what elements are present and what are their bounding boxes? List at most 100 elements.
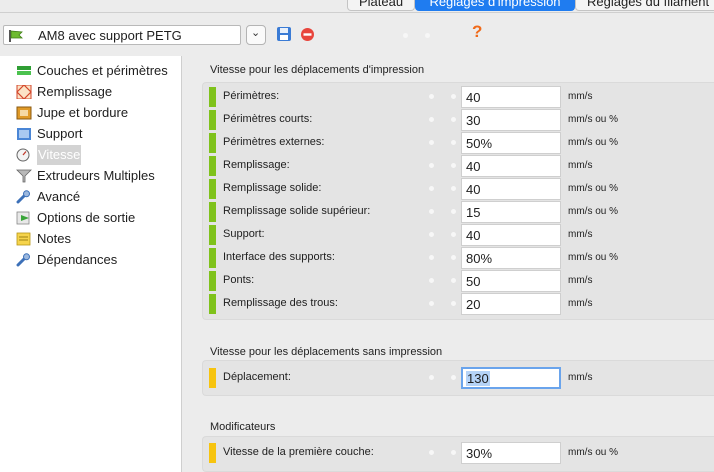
option-dot [451,255,456,260]
value-input[interactable]: 40 [461,86,561,108]
expert-level-bar [209,133,216,153]
section-title-travel-moves: Vitesse pour les déplacements sans impre… [210,346,443,358]
option-dot [451,140,456,145]
section-title-modifiers: Modificateurs [210,421,276,433]
option-dot [451,117,456,122]
expert-level-bar [209,271,216,291]
option-dot [451,375,456,380]
infill-icon [16,85,32,99]
setting-row-deplacement: Déplacement: 130 mm/s [209,367,709,389]
unit-label: mm/s [568,298,593,309]
value-input[interactable]: 15 [461,201,561,223]
value-input[interactable]: 40 [461,224,561,246]
value-input[interactable]: 50% [461,132,561,154]
value-input[interactable]: 80% [461,247,561,269]
setting-label: Remplissage: [223,159,290,171]
export-icon [16,211,30,225]
option-dot [451,163,456,168]
speed-settings-panel: Vitesse pour les déplacements d'impressi… [182,56,714,472]
preset-select[interactable]: AM8 avec support PETG [3,25,241,45]
unit-label: mm/s ou % [568,183,619,194]
setting-label: Remplissage des trous: [223,297,338,309]
setting-label: Remplissage solide supérieur: [223,205,371,217]
setting-row-remplissage: Remplissage: 40 mm/s [209,155,709,177]
selected-value-text: 130 [466,371,490,386]
setting-label: Support: [223,228,265,240]
note-icon [16,232,31,246]
help-icon[interactable]: ? [472,22,482,42]
setting-row-remplissage-solide-superieur: Remplissage solide supérieur: 15 mm/s ou… [209,201,709,223]
unit-label: mm/s ou % [568,447,619,458]
chevron-down-icon: ⌄ [251,27,261,39]
setting-row-interface-supports: Interface des supports: 80% mm/s ou % [209,247,709,269]
option-dot [451,301,456,306]
unit-label: mm/s [568,372,593,383]
option-dot [451,186,456,191]
option-dot [429,278,434,283]
settings-sidebar: Couches et périmètres Remplissage Jupe e… [0,56,182,472]
option-dot [429,450,434,455]
red-delete-icon[interactable] [300,27,315,42]
option-dot [451,278,456,283]
setting-row-ponts: Ponts: 50 mm/s [209,270,709,292]
tab-divider [0,12,714,13]
tab-plateau[interactable]: Plateau [347,0,415,11]
option-dot [429,163,434,168]
value-input[interactable]: 40 [461,178,561,200]
option-dot [451,450,456,455]
expert-level-bar [209,294,216,314]
unit-label: mm/s [568,91,593,102]
speedometer-icon [16,148,30,162]
unit-label: mm/s [568,160,593,171]
option-dot [429,375,434,380]
option-dot [451,232,456,237]
expert-level-bar [209,202,216,222]
value-input[interactable]: 40 [461,155,561,177]
unit-label: mm/s ou % [568,252,619,263]
setting-row-support: Support: 40 mm/s [209,224,709,246]
unit-label: mm/s [568,229,593,240]
setting-row-remplissage-trous: Remplissage des trous: 20 mm/s [209,293,709,315]
preset-dropdown-button[interactable]: ⌄ [246,25,266,45]
expert-level-bar [209,110,216,130]
support-icon [17,128,31,140]
unit-label: mm/s ou % [568,114,619,125]
wrench-icon [16,253,30,267]
value-input[interactable]: 30 [461,109,561,131]
setting-label: Périmètres: [223,90,280,102]
green-flag-icon [9,30,23,42]
setting-label: Périmètres externes: [223,136,325,148]
tab-filament-settings[interactable]: Réglages du filament [575,0,714,11]
tab-print-settings[interactable]: Réglages d'impression [415,0,575,11]
setting-row-premiere-couche: Vitesse de la première couche: 30% mm/s … [209,442,709,464]
preset-name: AM8 avec support PETG [38,28,182,43]
print-moves-group: Périmètres: 40 mm/s Périmètres courts: 3… [202,82,714,320]
setting-row-remplissage-solide: Remplissage solide: 40 mm/s ou % [209,178,709,200]
option-dot [429,186,434,191]
option-dot [429,94,434,99]
unit-label: mm/s ou % [568,137,619,148]
setting-row-perimetres-externes: Périmètres externes: 50% mm/s ou % [209,132,709,154]
setting-label: Déplacement: [223,371,291,383]
travel-moves-group: Déplacement: 130 mm/s [202,360,714,396]
option-dot [403,33,408,38]
option-dot [429,255,434,260]
value-input[interactable]: 20 [461,293,561,315]
value-input[interactable]: 130 [461,367,561,389]
preset-toolbar: AM8 avec support PETG ⌄ ? [0,22,714,50]
wrench-icon [16,190,30,204]
value-input[interactable]: 30% [461,442,561,464]
setting-label: Ponts: [223,274,255,286]
setting-row-perimetres: Périmètres: 40 mm/s [209,86,709,108]
option-dot [429,232,434,237]
value-input[interactable]: 50 [461,270,561,292]
expert-level-bar [209,156,216,176]
unit-label: mm/s ou % [568,206,619,217]
layers-icon [17,66,31,75]
tab-bar: Plateau Réglages d'impression Réglages d… [0,0,714,13]
option-dot [429,301,434,306]
option-dot [451,209,456,214]
floppy-save-icon[interactable] [276,26,292,42]
unit-label: mm/s [568,275,593,286]
option-dot [429,117,434,122]
